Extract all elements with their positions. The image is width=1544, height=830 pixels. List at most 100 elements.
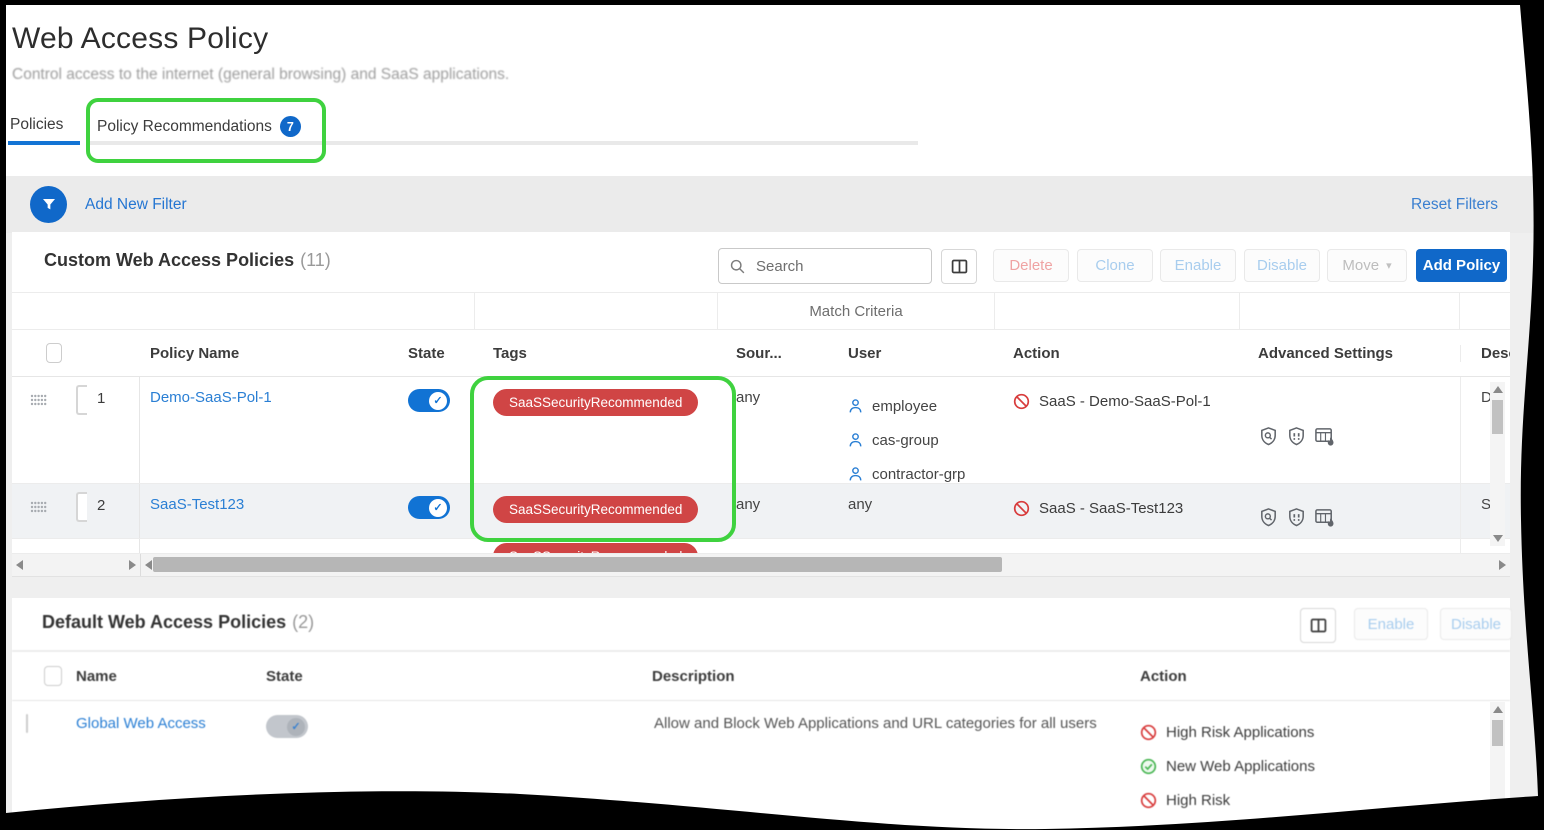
scroll-left-icon[interactable] [16,560,23,570]
tab-policy-recommendations[interactable]: Policy Recommendations 7 [97,116,301,137]
scroll-up-icon[interactable] [1492,386,1503,393]
vertical-scrollbar[interactable] [1490,702,1505,820]
policy-name-link[interactable]: SaaS-Test123 [150,496,244,513]
disable-button[interactable]: Disable [1244,249,1320,282]
table-row[interactable]: 1 Demo-SaaS-Pol-1 ✓ SaaSSecurityRecommen… [12,377,1510,484]
table-group-header: Match Criteria [12,293,1510,330]
col-description[interactable]: Description [1460,344,1510,362]
move-button[interactable]: Move ▾ [1327,249,1407,282]
recommendations-count-badge: 7 [279,116,301,137]
disable-button[interactable]: Disable [1440,608,1512,640]
action-list: High Risk Applications New Web Applicati… [1120,701,1510,830]
scroll-down-icon[interactable] [1492,535,1503,542]
default-policies-title-text: Default Web Access Policies [42,612,287,632]
table-header-row: Policy Name State Tags Sour... User Acti… [12,330,1510,377]
scroll-up-icon[interactable] [1492,706,1503,713]
column-settings-button[interactable] [941,249,977,284]
scroll-left-icon[interactable] [145,560,152,570]
col-advanced-settings[interactable]: Advanced Settings [1240,345,1460,362]
scroll-right-icon[interactable] [129,560,136,570]
enable-button[interactable]: Enable [1354,608,1428,640]
filter-icon[interactable] [30,186,67,223]
col-action[interactable]: Action [995,345,1240,362]
main-scrollbar[interactable] [141,554,1510,576]
default-policies-card: Default Web Access Policies (2) Enable Di… [12,598,1512,830]
scrollbar-thumb[interactable] [153,557,1002,572]
grid-flame-icon[interactable] [1314,426,1336,447]
shield-search-icon[interactable] [1258,507,1279,528]
column-settings-button[interactable] [1300,608,1336,643]
frozen-pane-scrollbar[interactable] [12,554,141,576]
shield-search-icon[interactable] [1258,426,1279,447]
drag-handle-icon[interactable] [30,393,62,483]
source-value: any [736,496,761,513]
delete-button[interactable]: Delete [993,249,1069,282]
table-row[interactable]: 2 SaaS-Test123 ✓ SaaSSecurityRecommended… [12,484,1510,539]
clone-button[interactable]: Clone [1077,249,1153,282]
col-policy-name[interactable]: Policy Name [140,345,390,362]
toggle-check-icon: ✓ [287,717,305,736]
block-icon [1013,500,1030,516]
user-icon [849,433,862,447]
columns-icon [1310,618,1326,633]
add-policy-button[interactable]: Add Policy [1416,249,1507,282]
enable-button[interactable]: Enable [1160,249,1236,282]
advanced-settings-icons [1240,484,1460,538]
shield-alert-icon[interactable] [1286,507,1307,528]
page-subtitle: Control access to the internet (general … [12,66,510,83]
search-input[interactable] [754,256,908,276]
scroll-right-icon[interactable] [1499,560,1506,570]
active-tab-indicator [8,141,80,145]
state-toggle-on[interactable]: ✓ [408,389,450,412]
block-icon [1013,393,1030,409]
action-item: High Risk [1140,783,1510,817]
state-toggle-locked: ✓ [266,715,308,738]
policy-name-link[interactable]: Global Web Access [76,715,206,732]
drag-handle-icon[interactable] [30,500,62,538]
action-value: SaaS - Demo-SaaS-Pol-1 [1039,392,1211,410]
table-row[interactable]: Global Web Access ✓ Allow and Block Web … [12,701,1510,830]
grid-flame-icon[interactable] [1314,507,1336,528]
tag-badge: SaaSSecurityRecommended [493,543,699,553]
tab-policies[interactable]: Policies [10,116,63,134]
row-number: 2 [97,497,106,514]
col-state[interactable]: State [252,668,640,685]
default-policies-header: Default Web Access Policies (2) Enable Di… [12,598,1512,651]
col-state[interactable]: State [390,345,475,362]
tab-policy-recommendations-label: Policy Recommendations [97,117,272,135]
custom-policies-count: (11) [300,250,331,270]
scrollbar-thumb[interactable] [1492,720,1503,746]
search-box [718,248,932,284]
user-name: cas-group [872,431,939,449]
state-toggle-on[interactable]: ✓ [408,496,450,519]
row-number: 1 [97,390,106,407]
col-name[interactable]: Name [62,668,252,685]
default-policies-title: Default Web Access Policies (2) [42,612,314,633]
description-value: Allow and Block Web Applications and URL… [654,715,1097,732]
block-icon [1141,826,1156,830]
select-all-checkbox[interactable] [44,666,62,686]
tag-badge: SaaSSecurityRecommended [493,496,699,523]
scrollbar-thumb[interactable] [1492,400,1503,434]
search-icon [730,259,745,273]
page-title: Web Access Policy [12,22,269,55]
policy-name-link[interactable]: Demo-SaaS-Pol-1 [150,389,272,406]
shield-alert-icon[interactable] [1286,426,1307,447]
col-action[interactable]: Action [1120,668,1510,685]
block-icon [1140,792,1157,808]
default-table-header: Name State Description Action [12,651,1510,701]
col-source[interactable]: Sour... [718,345,830,362]
group-bracket [76,492,87,522]
add-new-filter-button[interactable]: Add New Filter [85,196,187,214]
col-user[interactable]: User [830,345,995,362]
col-description[interactable]: Description [640,668,1120,685]
user-item: cas-group [848,423,995,457]
select-all-checkbox[interactable] [46,343,62,363]
action-label: New Web Applications [1166,757,1315,775]
vertical-scrollbar[interactable] [1490,382,1505,546]
table-row-partial: SaaSSecurityRecommended [12,539,1510,554]
col-tags[interactable]: Tags [475,345,718,362]
reset-filters-button[interactable]: Reset Filters [1411,196,1498,214]
action-item: High Risk Applications [1140,715,1510,749]
row-checkbox[interactable] [26,714,28,733]
